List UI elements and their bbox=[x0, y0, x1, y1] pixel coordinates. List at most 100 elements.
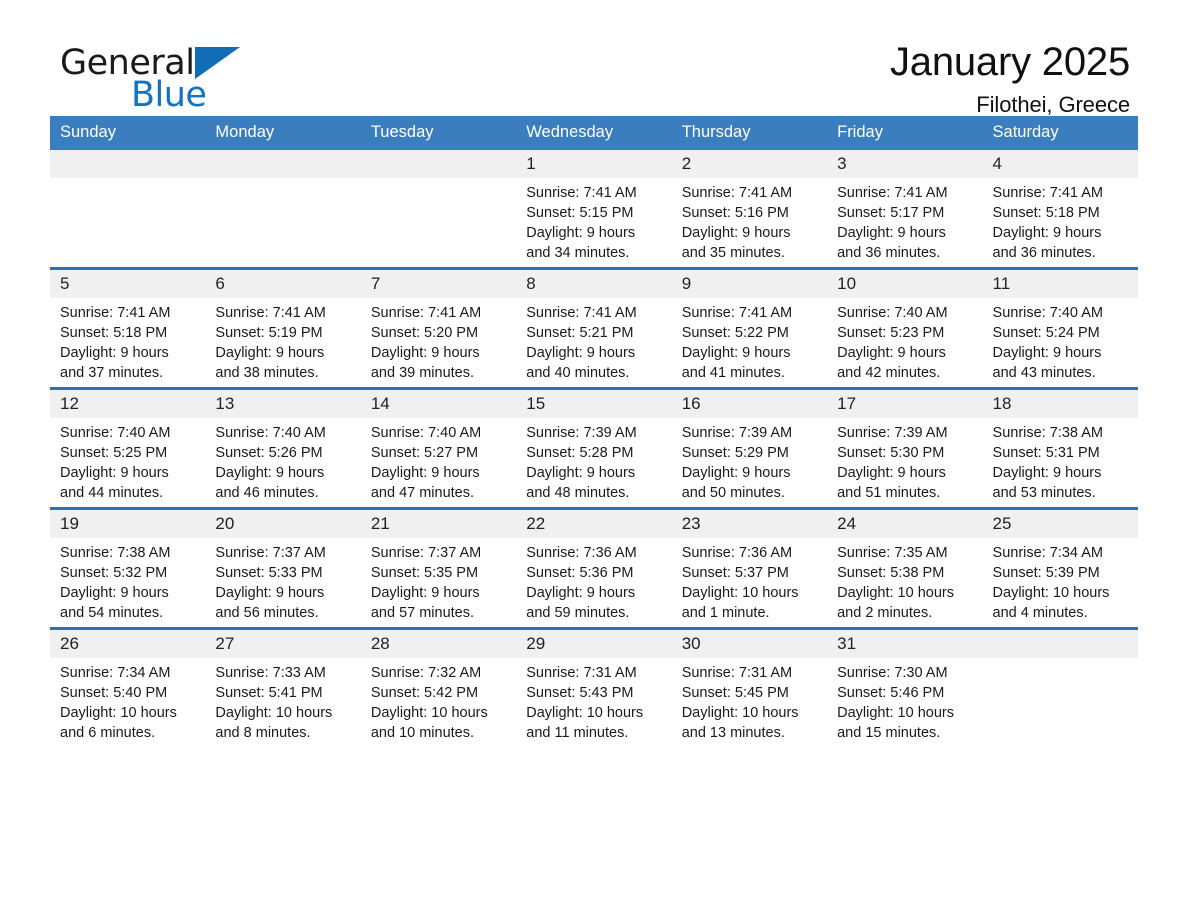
day-details: Sunrise: 7:34 AM Sunset: 5:39 PM Daylight:… bbox=[983, 538, 1138, 623]
calendar-day-cell-empty bbox=[360, 150, 517, 269]
day-daylight-text: Daylight: 10 hours bbox=[681, 705, 799, 721]
day-details: Sunrise: 7:37 AM Sunset: 5:33 PM Daylight:… bbox=[205, 538, 360, 623]
day-daylight-text: and 53 minutes. bbox=[992, 485, 1096, 501]
day-number: 3 bbox=[827, 150, 983, 178]
calendar-day-cell[interactable]: 10 Sunrise: 7:40 AM Sunset: 5:23 PM Dayligh… bbox=[827, 267, 983, 389]
day-daylight-text: and 11 minutes. bbox=[526, 725, 629, 741]
calendar-day-cell[interactable]: 5 Sunrise: 7:41 AM Sunset: 5:18 PM Daylight… bbox=[50, 267, 206, 389]
day-sunset-text: Sunset: 5:39 PM bbox=[992, 565, 1100, 581]
day-number: 20 bbox=[205, 510, 361, 538]
day-details: Sunrise: 7:31 AM Sunset: 5:45 PM Daylight:… bbox=[672, 658, 827, 743]
calendar-day-cell[interactable]: 26 Sunrise: 7:34 AM Sunset: 5:40 PM Dayligh… bbox=[50, 627, 206, 747]
day-details: Sunrise: 7:41 AM Sunset: 5:20 PM Daylight:… bbox=[361, 298, 516, 383]
day-number: 1 bbox=[516, 150, 672, 178]
day-sunrise-text: Sunrise: 7:41 AM bbox=[681, 305, 793, 321]
day-number bbox=[982, 630, 1138, 658]
calendar-day-cell[interactable]: 12 Sunrise: 7:40 AM Sunset: 5:25 PM Dayligh… bbox=[50, 387, 206, 509]
calendar-day-cell[interactable]: 8 Sunrise: 7:41 AM Sunset: 5:21 PM Daylight… bbox=[516, 267, 672, 389]
day-number: 5 bbox=[50, 270, 206, 298]
calendar-day-cell[interactable]: 13 Sunrise: 7:40 AM Sunset: 5:26 PM Dayligh… bbox=[205, 387, 361, 509]
calendar-day-cell[interactable]: 21 Sunrise: 7:37 AM Sunset: 5:35 PM Dayligh… bbox=[360, 507, 517, 629]
calendar-day-cell[interactable]: 28 Sunrise: 7:32 AM Sunset: 5:42 PM Dayligh… bbox=[360, 627, 517, 747]
calendar-week-row: 12 Sunrise: 7:40 AM Sunset: 5:25 PM Dayligh… bbox=[50, 387, 1138, 509]
day-number: 19 bbox=[50, 510, 206, 538]
calendar-week-row: 26 Sunrise: 7:34 AM Sunset: 5:40 PM Dayligh… bbox=[50, 627, 1138, 747]
calendar-day-cell[interactable]: 15 Sunrise: 7:39 AM Sunset: 5:28 PM Dayligh… bbox=[516, 387, 672, 509]
calendar-day-cell[interactable]: 31 Sunrise: 7:30 AM Sunset: 5:46 PM Dayligh… bbox=[827, 627, 983, 747]
day-number: 6 bbox=[205, 270, 361, 298]
calendar-day-cell[interactable]: 23 Sunrise: 7:36 AM Sunset: 5:37 PM Dayligh… bbox=[671, 507, 828, 629]
day-sunrise-text: Sunrise: 7:39 AM bbox=[681, 425, 793, 441]
day-sunrise-text: Sunrise: 7:36 AM bbox=[681, 545, 793, 561]
calendar-day-cell[interactable]: 22 Sunrise: 7:36 AM Sunset: 5:36 PM Dayligh… bbox=[516, 507, 672, 629]
day-details: Sunrise: 7:37 AM Sunset: 5:35 PM Daylight:… bbox=[361, 538, 516, 623]
day-daylight-text: and 54 minutes. bbox=[60, 605, 164, 621]
day-number bbox=[50, 150, 206, 178]
calendar-day-cell[interactable]: 7 Sunrise: 7:41 AM Sunset: 5:20 PM Daylight… bbox=[360, 267, 517, 389]
day-daylight-text: and 59 minutes. bbox=[526, 605, 630, 621]
calendar-day-cell[interactable]: 3 Sunrise: 7:41 AM Sunset: 5:17 PM Daylight… bbox=[827, 150, 983, 269]
calendar-week-row: 5 Sunrise: 7:41 AM Sunset: 5:18 PM Daylight… bbox=[50, 267, 1138, 389]
day-sunset-text: Sunset: 5:42 PM bbox=[370, 685, 479, 701]
day-sunset-text: Sunset: 5:45 PM bbox=[681, 685, 789, 701]
day-daylight-text: Daylight: 9 hours bbox=[837, 345, 946, 361]
day-sunrise-text: Sunrise: 7:41 AM bbox=[837, 185, 948, 201]
calendar-day-cell[interactable]: 14 Sunrise: 7:40 AM Sunset: 5:27 PM Dayligh… bbox=[360, 387, 517, 509]
calendar-day-cell[interactable]: 29 Sunrise: 7:31 AM Sunset: 5:43 PM Dayligh… bbox=[516, 627, 672, 747]
day-daylight-text: Daylight: 9 hours bbox=[526, 345, 636, 361]
day-daylight-text: and 15 minutes. bbox=[837, 725, 941, 741]
day-details: Sunrise: 7:41 AM Sunset: 5:16 PM Daylight:… bbox=[672, 178, 827, 263]
calendar-day-cell[interactable]: 9 Sunrise: 7:41 AM Sunset: 5:22 PM Daylight… bbox=[671, 267, 828, 389]
day-daylight-text: Daylight: 9 hours bbox=[681, 345, 791, 361]
calendar-day-cell[interactable]: 27 Sunrise: 7:33 AM Sunset: 5:41 PM Dayligh… bbox=[205, 627, 361, 747]
day-sunrise-text: Sunrise: 7:41 AM bbox=[60, 305, 171, 321]
day-daylight-text: and 50 minutes. bbox=[681, 485, 785, 501]
day-number: 12 bbox=[50, 390, 206, 418]
calendar-day-cell[interactable]: 16 Sunrise: 7:39 AM Sunset: 5:29 PM Dayligh… bbox=[671, 387, 828, 509]
day-number: 11 bbox=[982, 270, 1138, 298]
day-sunset-text: Sunset: 5:38 PM bbox=[837, 565, 945, 581]
day-daylight-text: Daylight: 9 hours bbox=[60, 345, 169, 361]
day-daylight-text: Daylight: 9 hours bbox=[215, 345, 325, 361]
day-daylight-text: and 2 minutes. bbox=[837, 605, 933, 621]
calendar-day-cell[interactable]: 4 Sunrise: 7:41 AM Sunset: 5:18 PM Daylight… bbox=[982, 150, 1138, 269]
day-number: 9 bbox=[671, 270, 828, 298]
day-number: 27 bbox=[205, 630, 361, 658]
day-daylight-text: and 34 minutes. bbox=[526, 245, 630, 261]
day-daylight-text: Daylight: 9 hours bbox=[992, 465, 1102, 481]
calendar-day-cell-empty bbox=[50, 150, 206, 269]
day-details: Sunrise: 7:41 AM Sunset: 5:15 PM Daylight:… bbox=[516, 178, 671, 263]
day-number: 7 bbox=[360, 270, 517, 298]
weekday-header-wednesday: Wednesday bbox=[516, 116, 672, 150]
day-daylight-text: Daylight: 9 hours bbox=[526, 585, 636, 601]
day-sunset-text: Sunset: 5:21 PM bbox=[526, 325, 634, 341]
day-details: Sunrise: 7:41 AM Sunset: 5:22 PM Daylight:… bbox=[672, 298, 827, 383]
day-daylight-text: Daylight: 9 hours bbox=[215, 465, 325, 481]
calendar-day-cell-empty bbox=[982, 627, 1138, 747]
calendar-day-cell[interactable]: 1 Sunrise: 7:41 AM Sunset: 5:15 PM Daylight… bbox=[516, 150, 672, 269]
day-daylight-text: and 47 minutes. bbox=[370, 485, 475, 501]
day-details: Sunrise: 7:40 AM Sunset: 5:23 PM Daylight:… bbox=[827, 298, 982, 383]
calendar-day-cell[interactable]: 11 Sunrise: 7:40 AM Sunset: 5:24 PM Dayligh… bbox=[982, 267, 1138, 389]
day-sunrise-text: Sunrise: 7:30 AM bbox=[837, 665, 948, 681]
calendar-day-cell[interactable]: 30 Sunrise: 7:31 AM Sunset: 5:45 PM Dayligh… bbox=[671, 627, 828, 747]
day-daylight-text: and 10 minutes. bbox=[370, 725, 475, 741]
calendar-day-cell[interactable]: 19 Sunrise: 7:38 AM Sunset: 5:32 PM Dayligh… bbox=[50, 507, 206, 629]
calendar-day-cell[interactable]: 18 Sunrise: 7:38 AM Sunset: 5:31 PM Dayligh… bbox=[982, 387, 1138, 509]
calendar-day-cell[interactable]: 25 Sunrise: 7:34 AM Sunset: 5:39 PM Dayligh… bbox=[982, 507, 1138, 629]
calendar-day-cell[interactable]: 24 Sunrise: 7:35 AM Sunset: 5:38 PM Dayligh… bbox=[827, 507, 983, 629]
weekday-header-tuesday: Tuesday bbox=[360, 116, 517, 150]
day-daylight-text: Daylight: 9 hours bbox=[60, 465, 169, 481]
general-blue-logo: General Blue bbox=[60, 44, 241, 114]
calendar-day-cell[interactable]: 17 Sunrise: 7:39 AM Sunset: 5:30 PM Dayligh… bbox=[827, 387, 983, 509]
day-daylight-text: and 39 minutes. bbox=[370, 365, 475, 381]
day-number: 30 bbox=[671, 630, 828, 658]
day-details: Sunrise: 7:30 AM Sunset: 5:46 PM Daylight:… bbox=[827, 658, 982, 743]
weekday-header-thursday: Thursday bbox=[671, 116, 828, 150]
day-sunset-text: Sunset: 5:32 PM bbox=[60, 565, 168, 581]
day-sunset-text: Sunset: 5:22 PM bbox=[681, 325, 789, 341]
calendar-day-cell[interactable]: 20 Sunrise: 7:37 AM Sunset: 5:33 PM Dayligh… bbox=[205, 507, 361, 629]
calendar-day-cell[interactable]: 2 Sunrise: 7:41 AM Sunset: 5:16 PM Daylight… bbox=[671, 150, 828, 269]
day-daylight-text: Daylight: 10 hours bbox=[526, 705, 644, 721]
calendar-day-cell[interactable]: 6 Sunrise: 7:41 AM Sunset: 5:19 PM Daylight… bbox=[205, 267, 361, 389]
